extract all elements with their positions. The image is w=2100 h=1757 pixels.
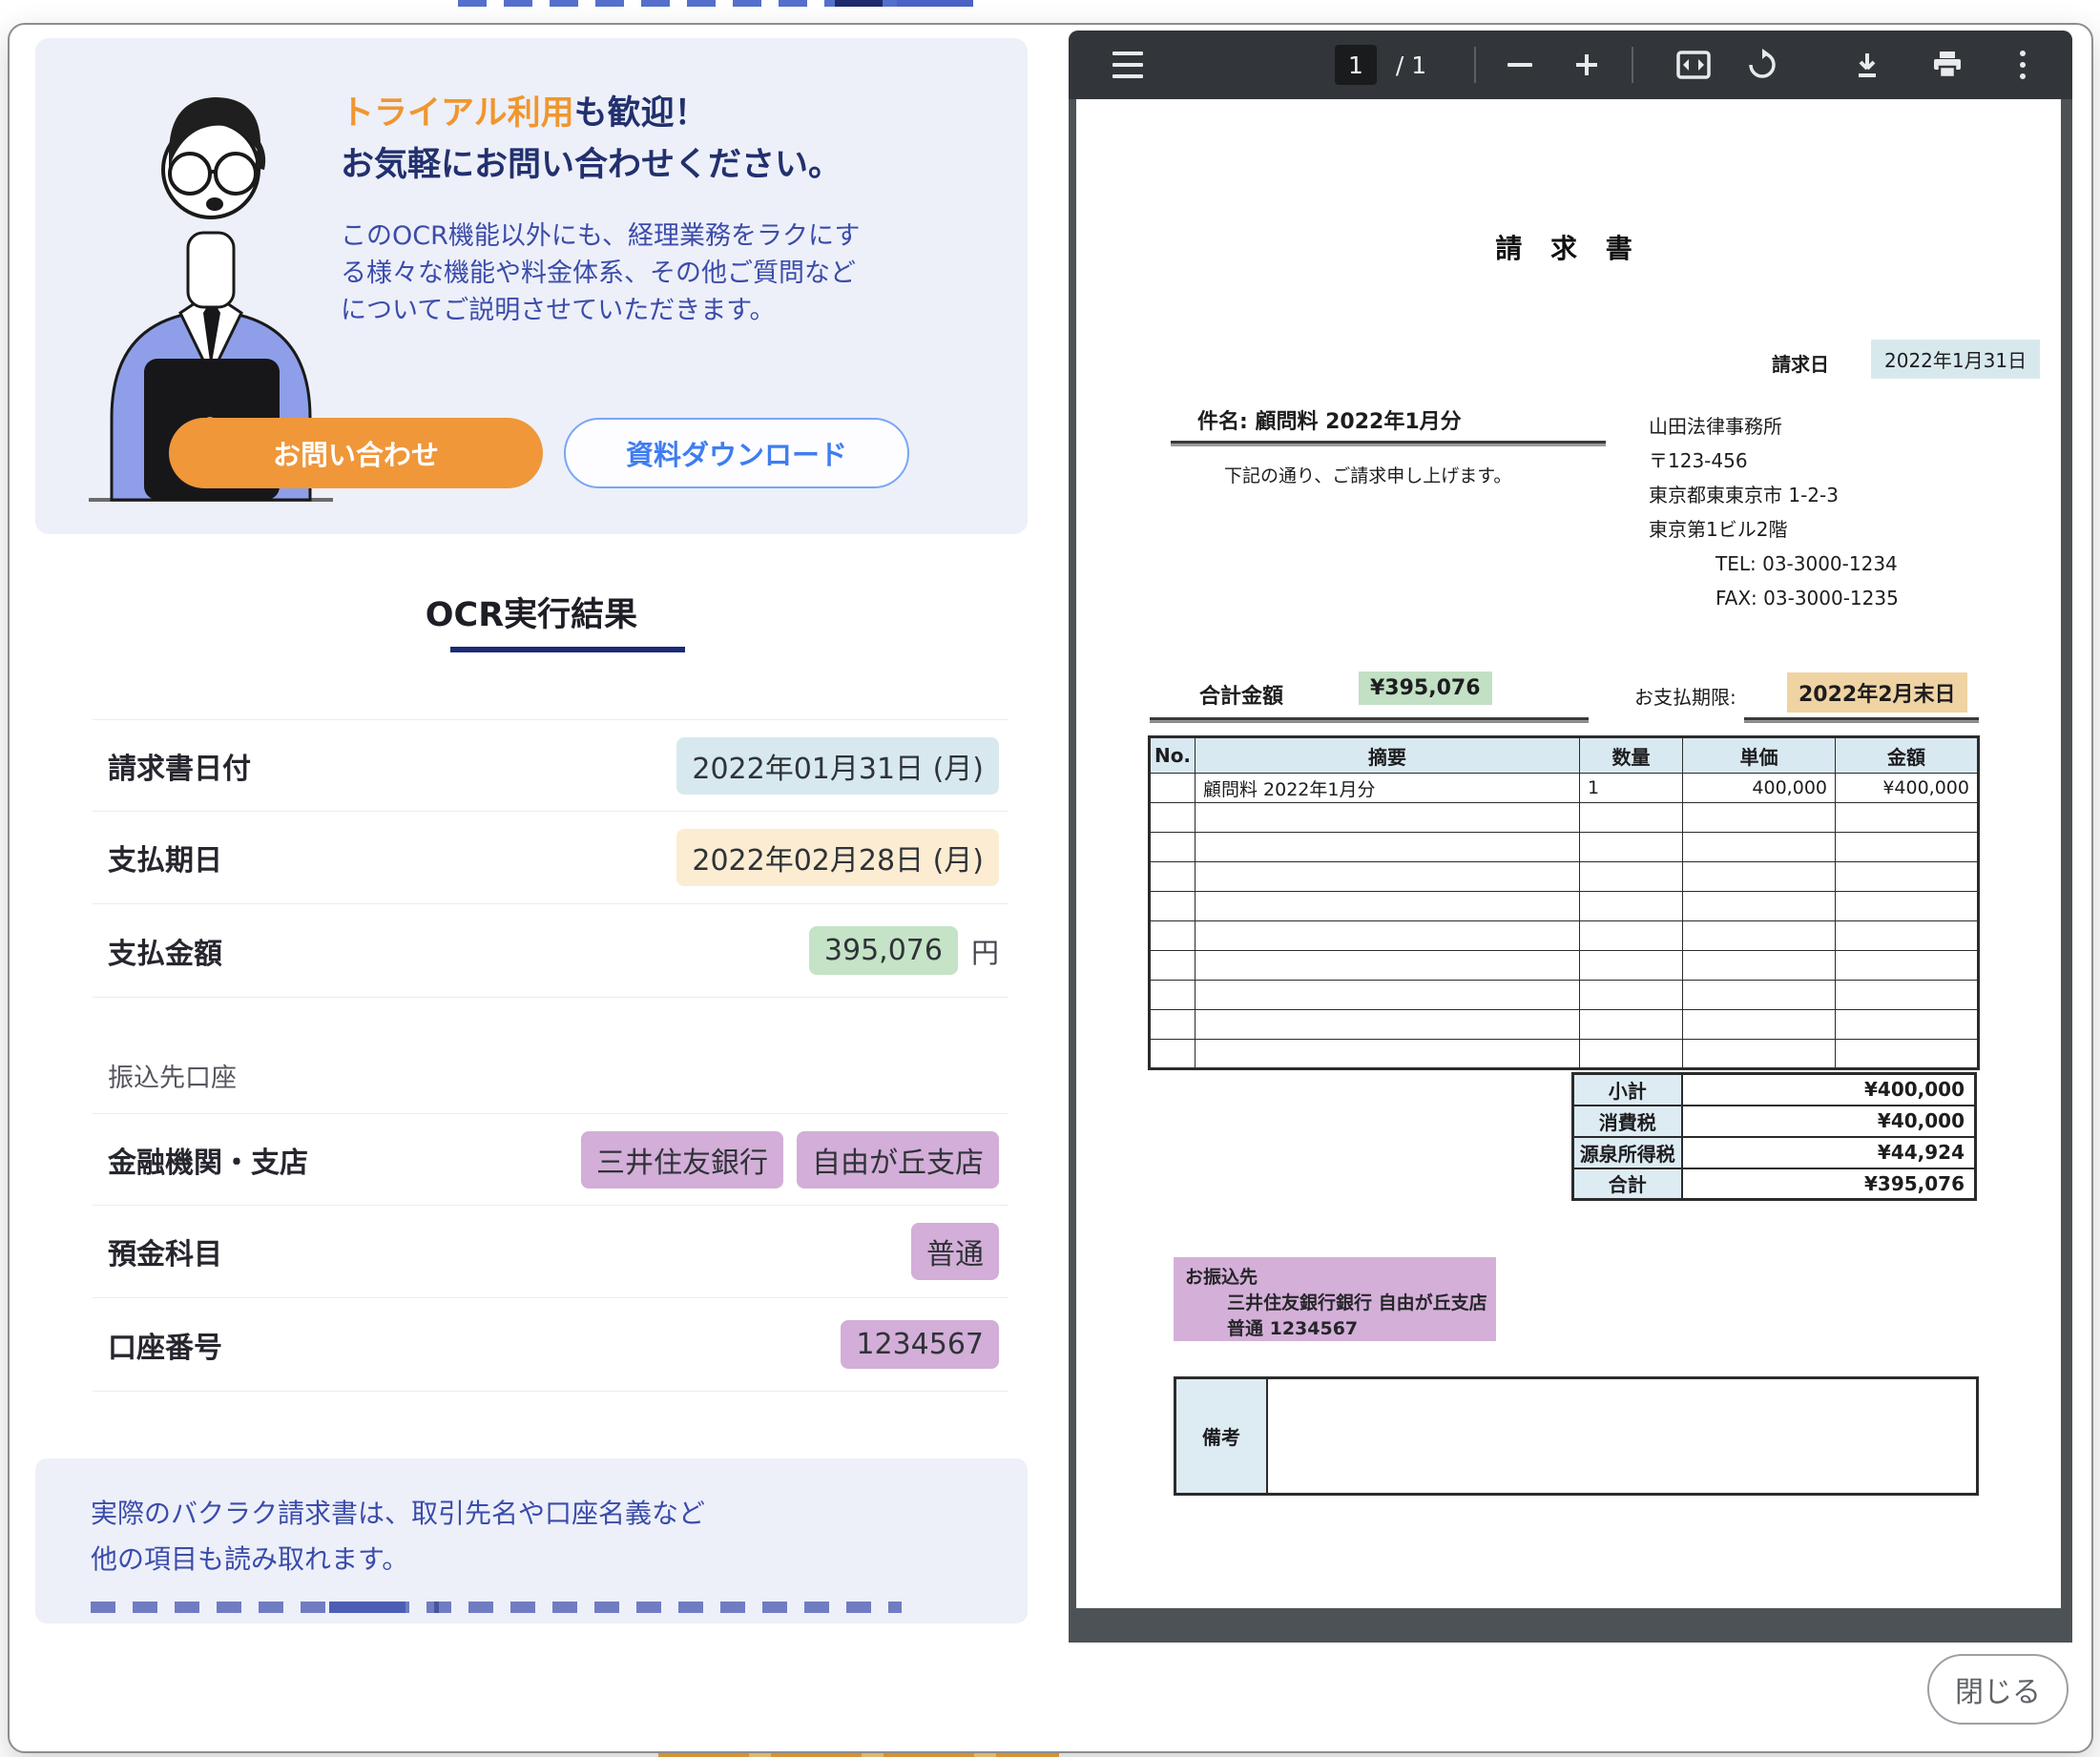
promo-headline-accent: トライアル利用 — [341, 94, 574, 133]
field-label: 支払期日 — [108, 837, 222, 878]
invoice-transfer-block: お振込先 三井住友銀行銀行 自由が丘支店 普通 1234567 — [1174, 1257, 1496, 1341]
amount-value: 395,076 — [809, 926, 958, 975]
toolbar-divider — [1474, 31, 1476, 99]
invoice-items-table: No. 摘要 数量 単価 金額 顧問料 2022年1月分 1 400,000 ¥… — [1148, 735, 1980, 1070]
invoice-due-label: お支払期限: — [1634, 682, 1736, 710]
promo-buttons: お問い合わせ 資料ダウンロード — [169, 418, 909, 488]
field-row-amount: 支払金額 395,076 円 — [93, 903, 1008, 997]
invoice-issue-date-value: 2022年1月31日 — [1871, 340, 2040, 379]
invoice-total-value: ¥395,076 — [1359, 672, 1492, 705]
promo-headline-line2: お気軽にお問い合わせください。 — [341, 139, 999, 191]
issuer-fax: FAX: 03-3000-1235 — [1649, 581, 1899, 615]
summary-row-total: 合計 ¥395,076 — [1573, 1168, 1976, 1200]
invoice-due-value: 2022年2月末日 — [1787, 672, 1967, 713]
summary-row-tax: 消費税 ¥40,000 — [1573, 1106, 1976, 1137]
page-number-input[interactable]: 1 — [1335, 31, 1377, 99]
download-materials-button[interactable]: 資料ダウンロード — [564, 418, 909, 488]
capability-note-text: 実際のバクラク請求書は、取引先名や口座名義など 他の項目も読み取れます。 — [91, 1491, 949, 1582]
fit-width-icon[interactable] — [1675, 31, 1712, 99]
ocr-title-underline — [450, 647, 685, 652]
field-row-account-number: 口座番号 1234567 — [93, 1297, 1008, 1391]
field-row-invoice-date: 請求書日付 2022年01月31日 (月) — [93, 719, 1008, 811]
field-row-bank-branch: 金融機関・支店 三井住友銀行 自由が丘支店 — [93, 1113, 1008, 1205]
ocr-result-modal: トライアル利用も歓迎！ お気軽にお問い合わせください。 このOCR機能以外にも、… — [8, 23, 2093, 1753]
issuer-block: 山田法律事務所 〒123-456 東京都東東京市 1-2-3 東京第1ビル2階 … — [1649, 409, 1899, 615]
promo-body: このOCR機能以外にも、経理業務をラクにす る様々な機能や料金体系、その他ご質問… — [341, 217, 989, 329]
field-label: 口座番号 — [108, 1324, 222, 1366]
item-row: 顧問料 2022年1月分 1 400,000 ¥400,000 — [1150, 774, 1979, 803]
remarks-label: 備考 — [1176, 1379, 1268, 1493]
trial-promo-card: トライアル利用も歓迎！ お気軽にお問い合わせください。 このOCR機能以外にも、… — [35, 38, 1028, 534]
field-row-account-type: 預金科目 普通 — [93, 1205, 1008, 1297]
field-label: 金融機関・支店 — [108, 1139, 308, 1181]
bank-name-value: 三井住友銀行 — [581, 1131, 783, 1189]
field-row-due-date: 支払期日 2022年02月28日 (月) — [93, 811, 1008, 903]
issuer-name: 山田法律事務所 — [1649, 409, 1899, 444]
invoice-issue-date-label: 請求日 — [1772, 349, 1829, 377]
ocr-result-fields: 請求書日付 2022年01月31日 (月) 支払期日 2022年02月28日 (… — [93, 719, 1008, 1392]
due-underline — [1744, 717, 1979, 723]
zoom-in-icon[interactable] — [1572, 31, 1601, 99]
bank-section-label: 振込先口座 — [108, 1057, 237, 1094]
summary-row-subtotal: 小計 ¥400,000 — [1573, 1074, 1976, 1106]
more-options-icon[interactable] — [2008, 31, 2037, 99]
due-date-value: 2022年02月28日 (月) — [676, 829, 999, 886]
item-row-empty — [1150, 803, 1979, 833]
issuer-address1: 東京都東東京市 1-2-3 — [1649, 478, 1899, 512]
contact-button[interactable]: お問い合わせ — [169, 418, 543, 488]
item-row-empty — [1150, 1010, 1979, 1040]
invoice-greeting: 下記の通り、ご請求申し上げます。 — [1224, 462, 1511, 487]
invoice-title: 請 求 書 — [1076, 228, 2061, 266]
item-row-empty — [1150, 892, 1979, 921]
bank-section-header: 振込先口座 — [93, 997, 1008, 1113]
page-total-label: / 1 — [1387, 31, 1435, 99]
print-icon[interactable] — [1929, 31, 1965, 99]
invoice-total-label: 合計金額 — [1199, 679, 1283, 710]
item-row-empty — [1150, 833, 1979, 862]
issuer-tel: TEL: 03-3000-1234 — [1649, 547, 1899, 581]
clipped-bottom-content — [658, 1753, 1059, 1757]
pdf-page-invoice: 請 求 書 請求日 2022年1月31日 件名: 顧問料 2022年1月分 下記… — [1076, 99, 2061, 1608]
rotate-icon[interactable] — [1744, 31, 1780, 99]
promo-headline: トライアル利用も歓迎！ お気軽にお問い合わせください。 — [341, 88, 999, 192]
issuer-address2: 東京第1ビル2階 — [1649, 512, 1899, 547]
invoice-subject: 件名: 顧問料 2022年1月分 — [1197, 404, 1462, 435]
total-underline — [1150, 717, 1589, 723]
capability-note-card: 実際のバクラク請求書は、取引先名や口座名義など 他の項目も読み取れます。 — [35, 1458, 1028, 1623]
clipped-note-line — [91, 1602, 902, 1613]
zoom-out-icon[interactable] — [1506, 31, 1534, 99]
menu-icon[interactable] — [1109, 31, 1147, 99]
transfer-title: お振込先 — [1185, 1265, 1496, 1291]
items-header-row: No. 摘要 数量 単価 金額 — [1150, 737, 1979, 774]
clipped-top-content — [458, 0, 973, 7]
invoice-date-value: 2022年01月31日 (月) — [676, 737, 999, 795]
toolbar-divider — [1632, 31, 1633, 99]
item-row-empty — [1150, 921, 1979, 951]
download-icon[interactable] — [1849, 31, 1885, 99]
ocr-results-title: OCR実行結果 — [35, 588, 1028, 636]
item-row-empty — [1150, 951, 1979, 981]
account-type-value: 普通 — [911, 1223, 999, 1280]
field-label: 支払金額 — [108, 930, 222, 972]
pdf-viewer: 1 / 1 — [1069, 31, 2072, 1643]
item-row-empty — [1150, 1040, 1979, 1069]
amount-unit: 円 — [971, 931, 999, 971]
close-button[interactable]: 閉じる — [1927, 1654, 2069, 1725]
field-label: 預金科目 — [108, 1230, 222, 1272]
invoice-summary-table: 小計 ¥400,000 消費税 ¥40,000 源泉所得税 ¥44,924 合計… — [1571, 1072, 1977, 1201]
issuer-zip: 〒123-456 — [1649, 444, 1899, 478]
remarks-body — [1268, 1379, 1976, 1493]
pdf-toolbar: 1 / 1 — [1069, 31, 2072, 99]
field-label: 請求書日付 — [108, 745, 251, 787]
account-number-value: 1234567 — [841, 1320, 999, 1369]
transfer-account-line: 普通 1234567 — [1185, 1316, 1496, 1342]
item-row-empty — [1150, 862, 1979, 892]
subject-underline — [1171, 441, 1606, 446]
branch-name-value: 自由が丘支店 — [797, 1131, 999, 1189]
transfer-bank-line: 三井住友銀行銀行 自由が丘支店 — [1185, 1291, 1496, 1316]
item-row-empty — [1150, 981, 1979, 1010]
invoice-remarks-box: 備考 — [1174, 1376, 1979, 1496]
summary-row-withholding: 源泉所得税 ¥44,924 — [1573, 1137, 1976, 1168]
